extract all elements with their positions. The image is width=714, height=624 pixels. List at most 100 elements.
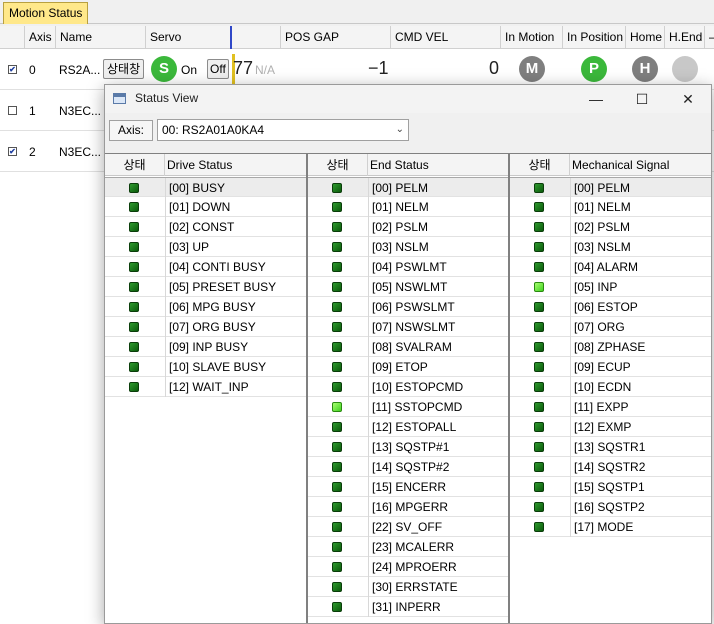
header-cmd-vel[interactable]: CMD VEL (391, 26, 501, 49)
row-axis: 1 (29, 104, 36, 118)
list-item[interactable]: [00] PELM (308, 177, 508, 198)
state-column-header[interactable]: 상태 (308, 154, 368, 176)
list-item[interactable]: [03] NSLM (510, 237, 711, 257)
status-item-label: [11] EXPP (574, 400, 629, 414)
state-column-header[interactable]: 상태 (105, 154, 165, 176)
column-divider (570, 297, 571, 317)
list-item[interactable]: [12] ESTOPALL (308, 417, 508, 437)
drive-status-column-header[interactable]: Drive Status (167, 154, 232, 176)
list-item[interactable]: [00] BUSY (105, 177, 306, 198)
end-status-column-header[interactable]: End Status (370, 154, 429, 176)
status-led-icon (534, 402, 544, 412)
list-item[interactable]: [15] ENCERR (308, 477, 508, 497)
mechanical-signal-column-header[interactable]: Mechanical Signal (572, 154, 669, 176)
state-column-header[interactable]: 상태 (510, 154, 570, 176)
list-item[interactable]: [08] SVALRAM (308, 337, 508, 357)
list-item[interactable]: [04] ALARM (510, 257, 711, 277)
status-led-icon (332, 382, 342, 392)
list-item[interactable]: [07] ORG BUSY (105, 317, 306, 337)
list-item[interactable]: [08] ZPHASE (510, 337, 711, 357)
row-checkbox[interactable]: ✔ (8, 65, 17, 74)
header-h-end[interactable]: H.End (665, 26, 705, 49)
list-item[interactable]: [02] CONST (105, 217, 306, 237)
list-item[interactable]: [02] PSLM (510, 217, 711, 237)
tab-motion-status[interactable]: Motion Status (3, 2, 89, 24)
list-item[interactable]: [09] ECUP (510, 357, 711, 377)
list-item[interactable]: [11] EXPP (510, 397, 711, 417)
header-home[interactable]: Home (626, 26, 665, 49)
status-item-label: [12] ESTOPALL (372, 420, 457, 434)
minimize-icon[interactable]: — (573, 85, 619, 113)
list-item[interactable]: [16] SQSTP2 (510, 497, 711, 517)
list-item[interactable]: [12] EXMP (510, 417, 711, 437)
in-motion-badge: M (519, 56, 545, 82)
list-item[interactable]: [23] MCALERR (308, 537, 508, 557)
list-item[interactable]: [11] SSTOPCMD (308, 397, 508, 417)
list-item[interactable]: [04] CONTI BUSY (105, 257, 306, 277)
status-led-icon (129, 282, 139, 292)
list-item[interactable]: [03] NSLM (308, 237, 508, 257)
list-item[interactable]: [13] SQSTR1 (510, 437, 711, 457)
header-name[interactable]: Name (56, 26, 146, 49)
list-item[interactable]: [30] ERRSTATE (308, 577, 508, 597)
header-more[interactable]: – (705, 26, 714, 49)
column-divider (570, 197, 571, 217)
list-item[interactable]: [24] MPROERR (308, 557, 508, 577)
header-axis[interactable]: Axis (25, 26, 56, 49)
list-item[interactable]: [01] NELM (510, 197, 711, 217)
list-item[interactable]: [15] SQSTP1 (510, 477, 711, 497)
column-divider (165, 317, 166, 337)
list-item[interactable]: [31] INPERR (308, 597, 508, 617)
list-item[interactable]: [07] ORG (510, 317, 711, 337)
header-pos-gap[interactable]: POS GAP (281, 26, 391, 49)
list-item[interactable]: [05] INP (510, 277, 711, 297)
list-item[interactable]: [09] INP BUSY (105, 337, 306, 357)
status-window-button[interactable]: 상태창 (103, 59, 145, 79)
list-item[interactable]: [16] MPGERR (308, 497, 508, 517)
list-item[interactable]: [14] SQSTR2 (510, 457, 711, 477)
list-item[interactable]: [10] ECDN (510, 377, 711, 397)
list-item[interactable]: [01] DOWN (105, 197, 306, 217)
header-servo[interactable]: Servo (146, 26, 232, 49)
close-icon[interactable]: ✕ (665, 85, 711, 113)
chevron-down-icon[interactable]: ⌄ (396, 120, 404, 140)
list-item[interactable]: [06] MPG BUSY (105, 297, 306, 317)
axis-selector-bar: Axis: 00: RS2A01A0KA4 ⌄ (105, 113, 711, 153)
dialog-title-bar[interactable]: Status View — ☐ ✕ (105, 85, 711, 113)
list-item[interactable]: [17] MODE (510, 517, 711, 537)
list-item[interactable]: [07] NSWSLMT (308, 317, 508, 337)
list-item[interactable]: [10] ESTOPCMD (308, 377, 508, 397)
column-divider (368, 457, 369, 477)
list-item[interactable]: [13] SQSTP#1 (308, 437, 508, 457)
status-led-icon (129, 342, 139, 352)
list-item[interactable]: [06] ESTOP (510, 297, 711, 317)
status-item-label: [06] PSWSLMT (372, 300, 455, 314)
list-item[interactable]: [14] SQSTP#2 (308, 457, 508, 477)
list-item[interactable]: [12] WAIT_INP (105, 377, 306, 397)
list-item[interactable]: [02] PSLM (308, 217, 508, 237)
header-in-motion[interactable]: In Motion (501, 26, 563, 49)
row-checkbox[interactable]: ✔ (8, 147, 17, 156)
status-led-icon (332, 322, 342, 332)
list-item[interactable]: [22] SV_OFF (308, 517, 508, 537)
header-corner (0, 26, 25, 49)
axis-select[interactable]: 00: RS2A01A0KA4 ⌄ (157, 119, 409, 141)
list-item[interactable]: [03] UP (105, 237, 306, 257)
status-item-label: [01] NELM (574, 200, 631, 214)
row-checkbox[interactable]: ✔ (8, 106, 17, 115)
header-blank[interactable] (233, 26, 281, 49)
list-item[interactable]: [05] PRESET BUSY (105, 277, 306, 297)
servo-off-button[interactable]: Off (207, 59, 229, 79)
header-in-position[interactable]: In Position (563, 26, 626, 49)
axis-label: Axis: (109, 120, 154, 141)
list-item[interactable]: [10] SLAVE BUSY (105, 357, 306, 377)
maximize-icon[interactable]: ☐ (619, 85, 665, 113)
list-item[interactable]: [01] NELM (308, 197, 508, 217)
list-item[interactable]: [09] ETOP (308, 357, 508, 377)
list-item[interactable]: [06] PSWSLMT (308, 297, 508, 317)
list-item[interactable]: [00] PELM (510, 177, 711, 198)
status-item-label: [24] MPROERR (372, 560, 457, 574)
list-item[interactable]: [05] NSWLMT (308, 277, 508, 297)
list-item[interactable]: [04] PSWLMT (308, 257, 508, 277)
status-item-label: [15] ENCERR (372, 480, 447, 494)
